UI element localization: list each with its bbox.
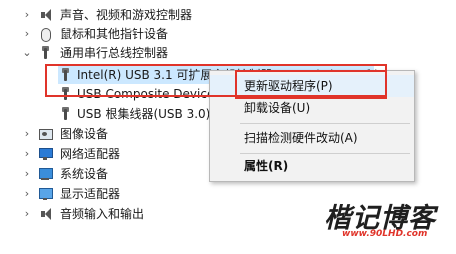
menu-separator bbox=[240, 123, 410, 124]
usb-icon bbox=[58, 107, 73, 121]
usb-icon bbox=[38, 46, 53, 60]
tree-item-usb-controllers[interactable]: ⌄ 通用串行总线控制器 bbox=[22, 44, 322, 62]
tree-item-label: 音频输入和输出 bbox=[60, 207, 145, 221]
tree-item-system-devices[interactable]: › 系统设备 bbox=[22, 165, 202, 183]
chevron-right-icon[interactable]: › bbox=[22, 125, 32, 143]
annotation-box-selected-device bbox=[45, 64, 387, 97]
chevron-right-icon[interactable]: › bbox=[22, 6, 32, 24]
chevron-right-icon[interactable]: › bbox=[22, 165, 32, 183]
menu-item-uninstall-device[interactable]: 卸载设备(U) bbox=[210, 97, 414, 119]
watermark-url: www.90LHD.com bbox=[342, 229, 428, 239]
tree-item-audio-io[interactable]: › 音频输入和输出 bbox=[22, 205, 222, 223]
tree-item-label: 网络适配器 bbox=[60, 147, 121, 161]
tree-item-label: USB 根集线器(USB 3.0) bbox=[77, 107, 211, 121]
chevron-right-icon[interactable]: › bbox=[22, 205, 32, 223]
menu-item-properties[interactable]: 属性(R) bbox=[210, 155, 414, 177]
speaker-icon bbox=[38, 207, 53, 221]
image-device-icon bbox=[38, 127, 53, 141]
display-adapter-icon bbox=[38, 187, 53, 201]
chevron-down-icon[interactable]: ⌄ bbox=[22, 44, 32, 62]
tree-item-display-adapters[interactable]: › 显示适配器 bbox=[22, 185, 202, 203]
tree-item-network-adapters[interactable]: › 网络适配器 bbox=[22, 145, 202, 163]
chevron-right-icon[interactable]: › bbox=[22, 185, 32, 203]
system-device-icon bbox=[38, 167, 53, 181]
tree-item-sound-controllers[interactable]: › 声音、视频和游戏控制器 bbox=[22, 6, 322, 24]
tree-item-usb-root-hub[interactable]: USB 根集线器(USB 3.0) bbox=[58, 105, 218, 123]
menu-item-scan-hardware[interactable]: 扫描检测硬件改动(A) bbox=[210, 127, 414, 149]
tree-item-label: 显示适配器 bbox=[60, 187, 121, 201]
chevron-right-icon[interactable]: › bbox=[22, 145, 32, 163]
mouse-icon bbox=[38, 27, 53, 42]
tree-item-label: 鼠标和其他指针设备 bbox=[60, 27, 169, 41]
tree-item-label: 通用串行总线控制器 bbox=[60, 46, 169, 60]
speaker-icon bbox=[38, 8, 53, 22]
network-adapter-icon bbox=[38, 147, 53, 161]
tree-item-label: 系统设备 bbox=[60, 167, 109, 181]
menu-separator bbox=[240, 153, 410, 154]
tree-item-label: 图像设备 bbox=[60, 127, 109, 141]
tree-item-image-devices[interactable]: › 图像设备 bbox=[22, 125, 202, 143]
chevron-right-icon[interactable]: › bbox=[22, 25, 32, 43]
tree-item-mice[interactable]: › 鼠标和其他指针设备 bbox=[22, 25, 322, 43]
tree-item-label: 声音、视频和游戏控制器 bbox=[60, 8, 193, 22]
